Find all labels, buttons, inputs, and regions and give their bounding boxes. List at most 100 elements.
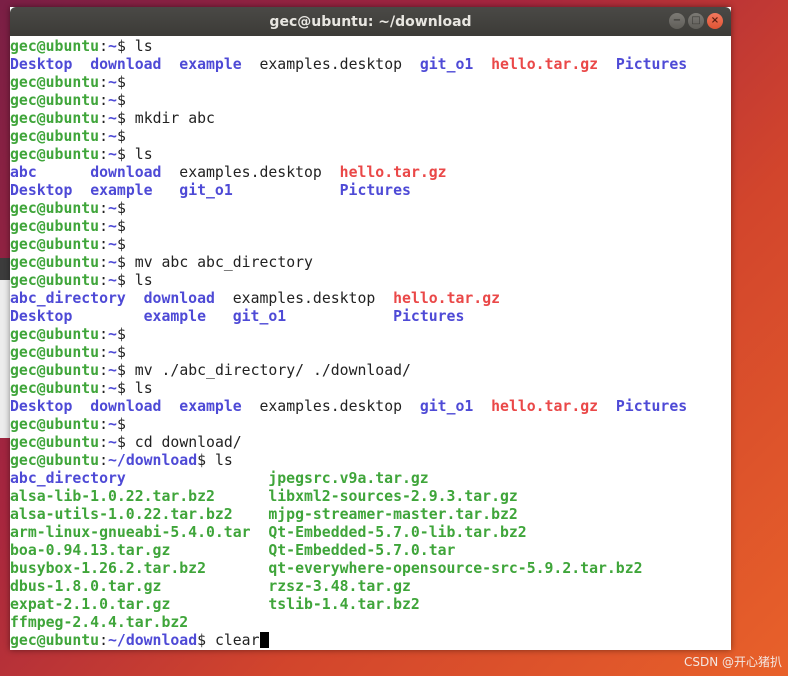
prompt-path: ~	[108, 416, 117, 433]
command-text: mv ./abc_directory/ ./download/	[134, 362, 411, 379]
prompt-user: gec@ubuntu	[10, 380, 100, 397]
titlebar[interactable]: gec@ubuntu: ~/download − □ ×	[10, 7, 731, 36]
terminal-line: Desktop example git_o1 Pictures	[10, 308, 731, 326]
close-button[interactable]: ×	[707, 13, 723, 29]
watermark: CSDN @开心猪扒	[683, 655, 782, 669]
terminal-line: boa-0.94.13.tar.gz Qt-Embedded-5.7.0.tar	[10, 542, 731, 560]
file-entry: expat-2.1.0.tar.gz	[10, 596, 171, 613]
command-text: ls	[134, 272, 153, 289]
prompt-symbol: $	[116, 380, 126, 397]
file-entry: dbus-1.8.0.tar.gz	[10, 578, 162, 595]
prompt-user: gec@ubuntu	[10, 452, 100, 469]
prompt-path: ~	[108, 272, 117, 289]
file-entry: abc	[10, 164, 37, 181]
terminal-line: gec@ubuntu:~$ mkdir abc	[10, 110, 731, 128]
file-entry: abc_directory	[10, 290, 126, 307]
command-text: mkdir abc	[134, 110, 215, 127]
prompt-symbol: $	[116, 110, 126, 127]
prompt-symbol: $	[197, 452, 207, 469]
prompt-user: gec@ubuntu	[10, 38, 100, 55]
prompt-separator: :	[99, 146, 109, 163]
file-entry: example	[143, 308, 206, 325]
terminal-window[interactable]: gec@ubuntu: ~/download − □ × gec@ubuntu:…	[10, 7, 731, 650]
file-entry: download	[90, 398, 162, 415]
terminal-line: gec@ubuntu:~$	[10, 416, 731, 434]
prompt-path: ~	[108, 146, 117, 163]
command-text: clear	[214, 632, 260, 649]
prompt-path: ~	[108, 434, 117, 451]
terminal-line: gec@ubuntu:~$ ls	[10, 146, 731, 164]
file-entry: rzsz-3.48.tar.gz	[268, 578, 411, 595]
window-controls: − □ ×	[669, 13, 723, 29]
prompt-path: ~	[108, 38, 117, 55]
window-title: gec@ubuntu: ~/download	[269, 13, 472, 30]
terminal-line: gec@ubuntu:~$	[10, 236, 731, 254]
file-entry: download	[90, 56, 162, 73]
file-entry: examples.desktop	[259, 398, 403, 415]
terminal-line: abc download examples.desktop hello.tar.…	[10, 164, 731, 182]
file-entry: libxml2-sources-2.9.3.tar.gz	[268, 488, 518, 505]
terminal-output[interactable]: gec@ubuntu:~$ ls Desktop download example…	[10, 38, 731, 650]
file-entry: mjpg-streamer-master.tar.bz2	[268, 506, 518, 523]
prompt-separator: :	[99, 254, 109, 271]
file-entry: examples.desktop	[259, 56, 403, 73]
file-entry: hello.tar.gz	[491, 398, 599, 415]
prompt-separator: :	[99, 200, 109, 217]
file-entry: example	[179, 56, 242, 73]
terminal-line: dbus-1.8.0.tar.gz rzsz-3.48.tar.gz	[10, 578, 731, 596]
prompt-path: ~	[108, 362, 117, 379]
file-entry: jpegsrc.v9a.tar.gz	[268, 470, 429, 487]
file-entry: abc_directory	[10, 470, 126, 487]
file-entry: Qt-Embedded-5.7.0-lib.tar.bz2	[268, 524, 527, 541]
terminal-line: Desktop download example examples.deskto…	[10, 56, 731, 74]
file-entry: example	[90, 182, 153, 199]
file-entry: Desktop	[10, 398, 73, 415]
prompt-path: ~	[108, 254, 117, 271]
command-text: mv abc abc_directory	[134, 254, 313, 271]
maximize-button[interactable]: □	[688, 13, 704, 29]
prompt-path: ~/download	[108, 632, 198, 649]
terminal-line: Desktop example git_o1 Pictures	[10, 182, 731, 200]
terminal-line: gec@ubuntu:~$ mv ./abc_directory/ ./down…	[10, 362, 731, 380]
file-entry: example	[179, 398, 242, 415]
background-window-edge	[0, 258, 10, 438]
terminal-line: gec@ubuntu:~$	[10, 92, 731, 110]
prompt-user: gec@ubuntu	[10, 344, 100, 361]
file-entry: hello.tar.gz	[393, 290, 501, 307]
file-entry: Desktop	[10, 56, 73, 73]
prompt-user: gec@ubuntu	[10, 128, 100, 145]
prompt-symbol: $	[116, 38, 126, 55]
file-entry: Desktop	[10, 308, 73, 325]
prompt-symbol: $	[116, 128, 126, 145]
terminal-line: gec@ubuntu:~$	[10, 218, 731, 236]
file-entry: git_o1	[419, 56, 474, 73]
prompt-path: ~	[108, 200, 117, 217]
minimize-button[interactable]: −	[669, 13, 685, 29]
terminal-line: abc_directory jpegsrc.v9a.tar.gz	[10, 470, 731, 488]
prompt-user: gec@ubuntu	[10, 236, 100, 253]
file-entry: git_o1	[232, 308, 287, 325]
prompt-user: gec@ubuntu	[10, 632, 100, 649]
terminal-line: gec@ubuntu:~$ cd download/	[10, 434, 731, 452]
file-entry: download	[90, 164, 162, 181]
prompt-path: ~	[108, 74, 117, 91]
file-entry: git_o1	[419, 398, 474, 415]
